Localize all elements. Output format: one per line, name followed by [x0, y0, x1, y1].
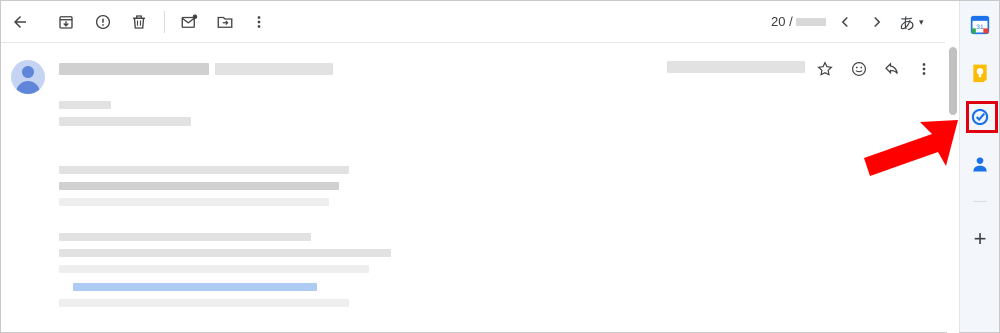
- archive-icon[interactable]: [52, 8, 80, 36]
- back-icon[interactable]: [6, 8, 34, 36]
- tasks-highlight-box: [966, 101, 998, 133]
- body-line-blurred: [59, 198, 329, 206]
- caret-down-icon: ▾: [919, 16, 924, 27]
- date-blurred: [667, 61, 805, 73]
- calendar-icon[interactable]: 31: [969, 14, 991, 36]
- sender-email-blurred: [215, 63, 333, 75]
- body-line-blurred: [59, 265, 369, 273]
- more-vert-icon[interactable]: [245, 8, 273, 36]
- pagination: 20 /: [771, 14, 826, 29]
- recipient-blurred: [59, 101, 111, 109]
- more-vert-icon[interactable]: [912, 57, 936, 81]
- move-to-icon[interactable]: [211, 8, 239, 36]
- side-panel-divider: [973, 201, 987, 202]
- emoji-icon[interactable]: [847, 57, 871, 81]
- sender-name-blurred: [59, 63, 209, 75]
- body-line-blurred: [59, 299, 349, 307]
- body-link-blurred[interactable]: [73, 283, 317, 291]
- contacts-icon[interactable]: [969, 153, 991, 175]
- recipient-detail-blurred: [59, 117, 191, 126]
- add-addon-icon[interactable]: +: [969, 226, 991, 251]
- sender-avatar[interactable]: [11, 60, 45, 94]
- body-line-blurred: [59, 182, 339, 190]
- pointer-arrow: [864, 120, 958, 176]
- scrollbar-thumb[interactable]: [949, 47, 957, 115]
- chevron-right-icon[interactable]: [863, 8, 891, 36]
- input-tools-label: あ: [899, 16, 916, 33]
- mail-view: 20 / あ ▾: [1, 1, 959, 333]
- side-panel: 31 +: [959, 1, 999, 332]
- pager-count: 20 /: [771, 14, 793, 29]
- keep-icon[interactable]: [969, 62, 991, 84]
- scrollbar[interactable]: [947, 43, 959, 333]
- chevron-left-icon[interactable]: [831, 8, 859, 36]
- reply-icon[interactable]: [880, 57, 904, 81]
- star-icon[interactable]: [813, 57, 837, 81]
- body-line-blurred: [59, 233, 311, 241]
- input-tools-button[interactable]: あ ▾: [899, 10, 924, 34]
- mark-unread-icon[interactable]: [175, 8, 203, 36]
- body-line-blurred: [59, 166, 349, 174]
- body-line-blurred: [59, 249, 391, 257]
- pager-total-blurred: [795, 17, 826, 26]
- mail-toolbar: 20 / あ ▾: [1, 1, 945, 43]
- toolbar-divider: [164, 11, 165, 33]
- report-spam-icon[interactable]: [89, 8, 117, 36]
- calendar-date: 31: [976, 24, 984, 31]
- delete-icon[interactable]: [125, 8, 153, 36]
